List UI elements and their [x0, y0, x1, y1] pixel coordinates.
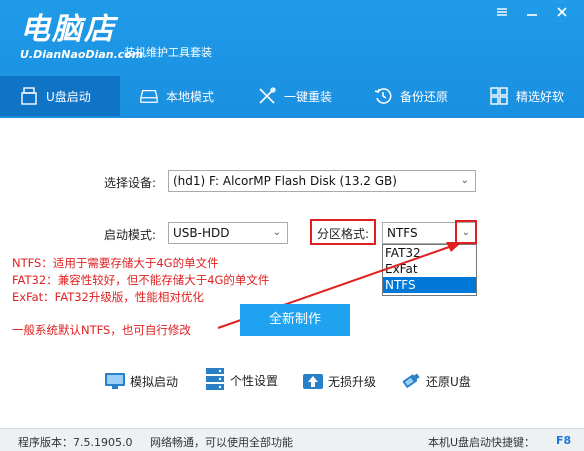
status-bar: 程序版本：7.5.1905.0 网络畅通，可以使用全部功能 本机U盘启动快捷键：… — [0, 428, 584, 451]
server-settings-icon — [204, 366, 226, 394]
network-status-text: 网络畅通，可以使用全部功能 — [150, 436, 293, 449]
monitor-icon — [104, 370, 126, 392]
tool-label: 还原U盘 — [426, 374, 471, 389]
hotkey-value: F8 — [556, 434, 572, 447]
hotkey-label: 本机U盘启动快捷键： — [428, 436, 536, 449]
personal-settings-button[interactable]: 个性设置 — [204, 366, 278, 394]
tool-label: 模拟启动 — [130, 374, 179, 389]
tools-bar: 模拟启动 个性设置 无损升级 还原U盘 — [0, 366, 584, 396]
restore-usb-button[interactable]: 还原U盘 — [400, 370, 471, 392]
version-text: 程序版本：7.5.1905.0 — [18, 436, 133, 449]
lossless-upgrade-button[interactable]: 无损升级 — [302, 370, 376, 392]
usb-restore-icon — [400, 370, 422, 392]
tool-label: 无损升级 — [328, 374, 377, 389]
upgrade-icon — [302, 370, 324, 392]
create-new-button[interactable]: 全新制作 — [240, 304, 350, 336]
tool-label: 个性设置 — [230, 373, 279, 388]
simulate-boot-button[interactable]: 模拟启动 — [104, 370, 178, 392]
